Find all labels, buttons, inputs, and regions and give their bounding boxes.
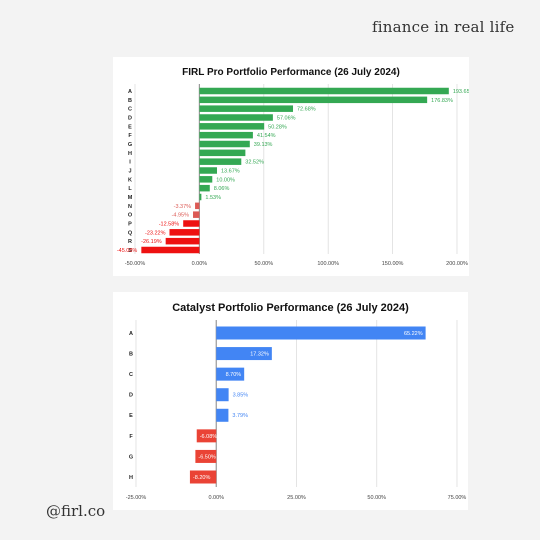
category-label: B: [128, 98, 132, 104]
firl-pro-chart: -50.00% 0.00% 50.00% 100.00% 150.00% 200.00% A…: [117, 84, 469, 267]
category-label: F: [128, 133, 132, 139]
data-label: 72.68%: [297, 107, 316, 113]
category-label: K: [128, 177, 132, 183]
bar-L: [199, 184, 210, 192]
category-label: O: [128, 213, 133, 219]
category-label: G: [128, 142, 132, 148]
bar-B: [199, 96, 428, 104]
category-label: B: [129, 351, 133, 357]
x-tick-label: 50.00%: [367, 495, 386, 501]
data-label: 1.53%: [205, 195, 221, 201]
bar-S: [141, 246, 200, 254]
data-label: 8.70%: [226, 372, 242, 378]
data-label: 193.65%: [453, 89, 469, 95]
data-label: -12.58%: [159, 221, 180, 227]
category-label: M: [128, 195, 133, 201]
data-label: 32.52%: [245, 160, 264, 166]
x-tick-label: 150.00%: [382, 261, 404, 267]
data-label: 41.54%: [257, 133, 276, 139]
x-tick-label: 50.00%: [254, 261, 273, 267]
data-label: -4.95%: [172, 213, 190, 219]
x-tick-label: -50.00%: [125, 261, 146, 267]
x-tick-label: 200.00%: [446, 261, 468, 267]
category-label: N: [128, 204, 132, 210]
bar-A: [199, 87, 449, 95]
category-label: A: [128, 89, 132, 95]
bar-N: [195, 202, 200, 210]
data-label: -23.22%: [145, 230, 166, 236]
firl-pro-chart-card: FIRL Pro Portfolio Performance (26 July …: [113, 57, 469, 276]
catalyst-chart-card: Catalyst Portfolio Performance (26 July …: [113, 292, 468, 510]
data-label: -8.20%: [193, 475, 211, 481]
data-label: -45.08%: [117, 248, 138, 254]
bar-K: [199, 176, 213, 183]
data-label: 8.06%: [214, 186, 230, 192]
bar-J: [199, 167, 218, 174]
data-label: 10.00%: [216, 177, 235, 183]
data-label: 3.79%: [232, 413, 248, 419]
category-label: P: [128, 221, 132, 227]
social-handle: @firl.co: [46, 502, 106, 520]
brand-title: finance in real life: [372, 18, 515, 36]
category-label: E: [128, 124, 132, 130]
bar-P: [183, 220, 200, 227]
category-label: E: [129, 413, 133, 419]
bar-E: [216, 408, 229, 422]
category-label: F: [129, 434, 133, 440]
bar-O: [193, 211, 200, 218]
category-label: D: [129, 393, 133, 399]
bar-I: [199, 158, 242, 165]
data-label: -6.08%: [200, 434, 218, 440]
category-label: H: [128, 151, 132, 157]
bar-H: [199, 149, 246, 157]
bar-R: [165, 237, 200, 245]
category-label: Q: [128, 230, 133, 236]
data-label: -26.19%: [141, 239, 162, 245]
category-label: H: [129, 475, 133, 481]
x-tick-label: 25.00%: [287, 495, 306, 501]
bar-G: [199, 140, 250, 148]
category-label: A: [129, 331, 133, 337]
bar-M: [199, 193, 202, 201]
data-label: 176.83%: [431, 98, 453, 104]
bar-A: [216, 326, 426, 340]
data-label: 3.85%: [233, 393, 249, 399]
category-label: G: [129, 454, 133, 460]
x-tick-label: 100.00%: [317, 261, 339, 267]
x-tick-label: 0.00%: [192, 261, 208, 267]
data-label: -3.37%: [174, 204, 192, 210]
data-label: 50.28%: [268, 124, 287, 130]
bar-F: [199, 131, 253, 139]
category-label: J: [128, 168, 131, 174]
category-label: C: [128, 107, 132, 113]
data-label: 65.22%: [404, 331, 423, 337]
x-tick-label: -25.00%: [126, 495, 147, 501]
category-label: L: [128, 186, 132, 192]
data-label: 17.32%: [250, 351, 269, 357]
data-label: -6.50%: [198, 454, 216, 460]
category-label: D: [128, 115, 132, 121]
data-label: 13.67%: [221, 168, 240, 174]
category-label: C: [129, 372, 133, 378]
bar-C: [199, 105, 294, 112]
bar-E: [199, 123, 265, 130]
bar-Q: [169, 229, 200, 236]
data-label: 57.06%: [277, 115, 296, 121]
data-label: 39.13%: [254, 142, 273, 148]
x-tick-label: 75.00%: [448, 495, 467, 501]
x-tick-label: 0.00%: [208, 495, 224, 501]
bar-D: [216, 388, 229, 402]
bar-D: [199, 114, 273, 121]
catalyst-chart: -25.00% 0.00% 25.00% 50.00% 75.00% A 65.22% B 17…: [126, 320, 467, 501]
category-label: I: [129, 160, 131, 166]
category-label: R: [128, 239, 132, 245]
